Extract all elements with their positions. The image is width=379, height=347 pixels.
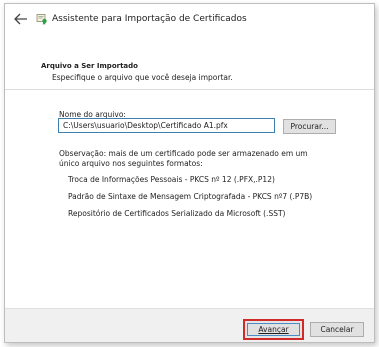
format-p7b: Padrão de Sintaxe de Mensagem Criptograf… bbox=[68, 192, 313, 201]
note-line-2: único arquivo nos seguintes formatos: bbox=[59, 159, 203, 168]
next-button[interactable]: Avançar bbox=[243, 319, 304, 340]
cancel-button[interactable]: Cancelar bbox=[310, 322, 364, 337]
note-line-1: Observação: mais de um certificado pode … bbox=[59, 149, 308, 158]
certificate-icon bbox=[36, 14, 47, 25]
wizard-footer: Avançar Cancelar bbox=[5, 308, 374, 342]
window-title: Assistente para Importação de Certificad… bbox=[52, 14, 247, 24]
back-arrow-icon[interactable] bbox=[13, 12, 29, 26]
format-pfx: Troca de Informações Pessoais - PKCS nº … bbox=[68, 175, 275, 184]
page-heading: Arquivo a Ser Importado bbox=[41, 62, 138, 70]
browse-button[interactable]: Procurar... bbox=[283, 119, 336, 134]
page-description: Especifique o arquivo que você deseja im… bbox=[52, 73, 233, 82]
import-wizard-window: Assistente para Importação de Certificad… bbox=[4, 3, 375, 343]
header-divider bbox=[5, 89, 374, 90]
title-bar: Assistente para Importação de Certificad… bbox=[5, 4, 374, 34]
next-button-label: Avançar bbox=[247, 323, 300, 336]
format-sst: Repositório de Certificados Serializado … bbox=[68, 209, 286, 218]
file-name-input[interactable] bbox=[58, 118, 275, 133]
